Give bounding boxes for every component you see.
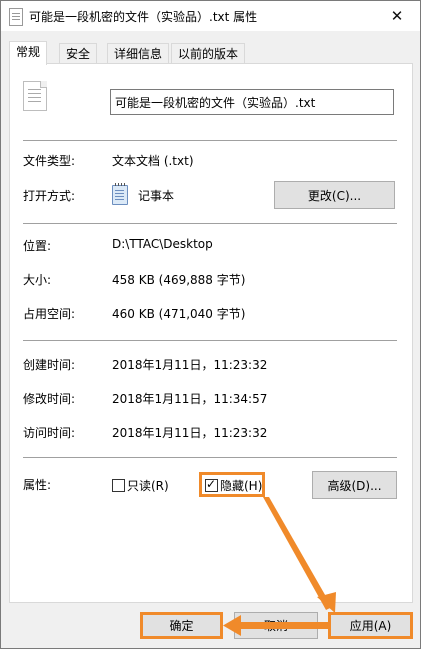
opens-with-value: 记事本 xyxy=(138,189,175,203)
text-document-icon xyxy=(23,81,47,111)
notepad-icon xyxy=(112,183,128,205)
apply-button[interactable]: 应用(A) xyxy=(328,612,413,639)
ok-button[interactable]: 确定 xyxy=(140,612,223,639)
properties-dialog: 可能是一段机密的文件（实验品）.txt 属性 ✕ 常规 安全 详细信息 以前的版… xyxy=(0,0,421,649)
checkmark-icon: ✓ xyxy=(206,477,217,491)
general-panel xyxy=(9,63,413,603)
tab-strip: 常规 安全 详细信息 以前的版本 xyxy=(9,41,411,65)
modified-label: 修改时间: xyxy=(23,392,76,406)
accessed-value: 2018年1月11日，11:23:32 xyxy=(112,426,268,440)
tab-security[interactable]: 安全 xyxy=(59,43,98,64)
close-icon: ✕ xyxy=(390,7,404,25)
size-value: 458 KB (469,888 字节) xyxy=(112,273,246,287)
file-type-label: 文件类型: xyxy=(23,154,76,168)
modified-value: 2018年1月11日，11:34:57 xyxy=(112,392,268,406)
hidden-checkbox[interactable]: ✓ xyxy=(205,477,218,492)
hidden-label[interactable]: 隐藏(H) xyxy=(220,477,262,494)
opens-with-label: 打开方式: xyxy=(23,189,76,203)
attributes-label: 属性: xyxy=(23,478,52,492)
divider xyxy=(23,457,397,458)
readonly-checkbox[interactable] xyxy=(112,479,125,492)
text-file-icon xyxy=(9,8,23,26)
file-type-value: 文本文档 (.txt) xyxy=(112,154,194,168)
tab-general[interactable]: 常规 xyxy=(9,41,48,65)
cancel-button[interactable]: 取消 xyxy=(234,612,318,639)
accessed-label: 访问时间: xyxy=(23,426,76,440)
advanced-button[interactable]: 高级(D)... xyxy=(312,471,397,499)
size-on-disk-value: 460 KB (471,040 字节) xyxy=(112,307,246,321)
size-on-disk-label: 占用空间: xyxy=(23,307,76,321)
window-title: 可能是一段机密的文件（实验品）.txt 属性 xyxy=(29,10,258,24)
tab-previous-versions[interactable]: 以前的版本 xyxy=(171,43,246,64)
size-label: 大小: xyxy=(23,273,52,287)
title-bar[interactable]: 可能是一段机密的文件（实验品）.txt 属性 ✕ xyxy=(1,1,420,31)
divider xyxy=(23,340,397,341)
created-value: 2018年1月11日，11:23:32 xyxy=(112,358,268,372)
divider xyxy=(23,223,397,224)
created-label: 创建时间: xyxy=(23,358,76,372)
file-name-input[interactable] xyxy=(110,89,394,115)
location-value: D:\TTAC\Desktop xyxy=(112,237,213,251)
readonly-label[interactable]: 只读(R) xyxy=(127,477,169,494)
divider xyxy=(23,140,397,141)
location-label: 位置: xyxy=(23,239,52,253)
change-button[interactable]: 更改(C)... xyxy=(274,181,395,209)
tab-details[interactable]: 详细信息 xyxy=(107,43,170,64)
close-button[interactable]: ✕ xyxy=(374,1,420,31)
